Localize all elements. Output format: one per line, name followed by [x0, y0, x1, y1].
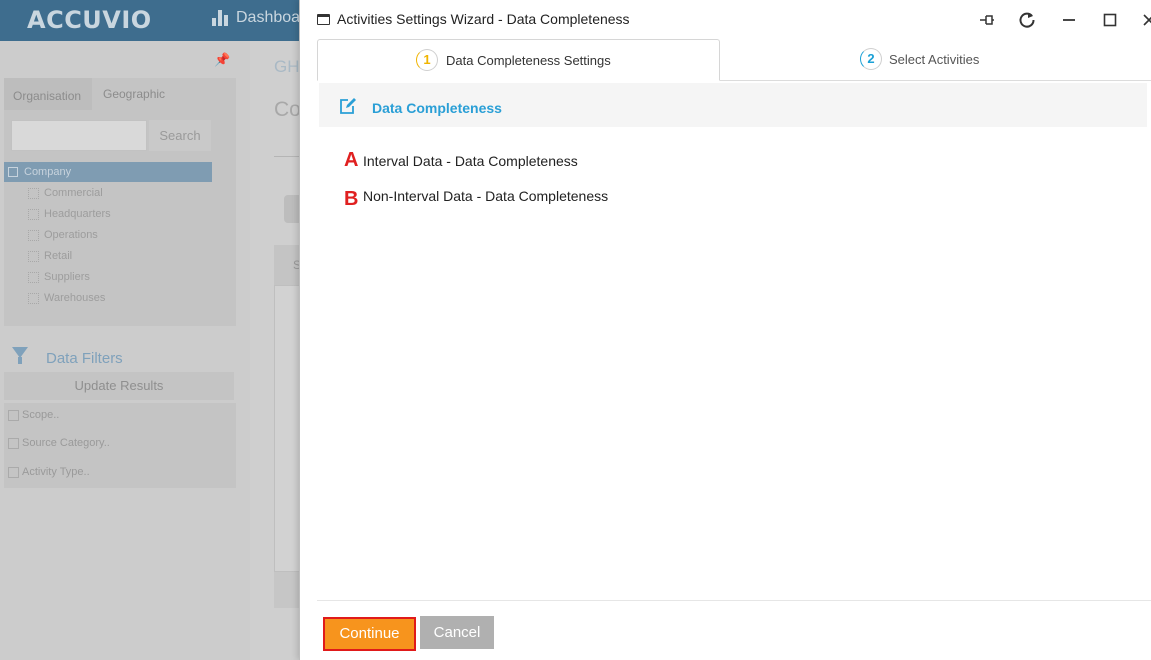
pin-icon[interactable]: 📌 — [214, 52, 230, 68]
step-number: 2 — [860, 48, 882, 70]
tree-item[interactable]: Commercial — [26, 187, 103, 199]
interval-data-link[interactable]: Interval Data - Data Completeness — [363, 153, 578, 169]
modal-title: Activities Settings Wizard - Data Comple… — [337, 11, 630, 27]
data-filters-title: Data Filters — [46, 350, 123, 367]
step-data-completeness-settings[interactable]: 1 Data Completeness Settings — [317, 39, 720, 81]
cancel-button[interactable]: Cancel — [420, 616, 494, 649]
nav-dashboard[interactable]: Dashboa — [212, 9, 300, 27]
accuvio-logo: ACCUVIO — [27, 6, 152, 34]
refresh-icon[interactable] — [1016, 9, 1038, 31]
step-select-activities[interactable]: 2 Select Activities — [720, 39, 1151, 81]
non-interval-data-link[interactable]: Non-Interval Data - Data Completeness — [363, 188, 608, 204]
collapse-icon[interactable] — [8, 167, 18, 177]
close-icon[interactable] — [1138, 9, 1151, 31]
annotation-marker: A — [344, 149, 359, 171]
wizard-steps: 1 Data Completeness Settings 2 Select Ac… — [317, 39, 1151, 81]
bg-title: Co — [274, 98, 301, 121]
tree-root-label: Company — [24, 166, 72, 178]
filter-scope[interactable]: Scope.. — [8, 409, 59, 421]
nav-dashboard-label: Dashboa — [236, 9, 301, 26]
search-button[interactable]: Search — [149, 120, 211, 151]
filter-source-category[interactable]: Source Category.. — [8, 437, 110, 449]
maximize-icon[interactable] — [1099, 9, 1121, 31]
search-input[interactable] — [11, 120, 147, 151]
filter-icon — [12, 347, 28, 364]
update-results-button[interactable]: Update Results — [4, 372, 234, 400]
dashboard-chart-icon — [212, 10, 228, 26]
tab-organisation[interactable]: Organisation — [4, 78, 92, 110]
annotation-marker: B — [344, 188, 359, 210]
step-label: Select Activities — [889, 52, 980, 67]
step-label: Data Completeness Settings — [446, 53, 611, 68]
window-icon — [317, 14, 330, 25]
minimize-icon[interactable] — [1058, 9, 1080, 31]
modal-footer: Continue Cancel — [317, 600, 1151, 660]
tree-item[interactable]: Warehouses — [26, 292, 105, 304]
tree-item[interactable]: Suppliers — [26, 271, 90, 283]
modal-titlebar[interactable]: Activities Settings Wizard - Data Comple… — [300, 0, 1151, 38]
continue-button[interactable]: Continue — [323, 617, 416, 651]
pin-window-icon[interactable] — [976, 9, 998, 31]
bg-heading: GH — [274, 57, 300, 76]
tab-geographic[interactable]: Geographic — [103, 87, 165, 101]
edit-icon — [338, 97, 358, 120]
step-number: 1 — [416, 49, 438, 71]
section-title: Data Completeness — [372, 100, 502, 116]
section-header: Data Completeness — [319, 83, 1147, 127]
org-tab-panel — [4, 78, 236, 326]
filter-activity-type[interactable]: Activity Type.. — [8, 466, 90, 478]
tree-item[interactable]: Headquarters — [26, 208, 111, 220]
tree-item[interactable]: Operations — [26, 229, 98, 241]
tree-item-company[interactable]: Company — [4, 162, 212, 182]
tree-item[interactable]: Retail — [26, 250, 72, 262]
wizard-modal: Activities Settings Wizard - Data Comple… — [299, 0, 1151, 660]
